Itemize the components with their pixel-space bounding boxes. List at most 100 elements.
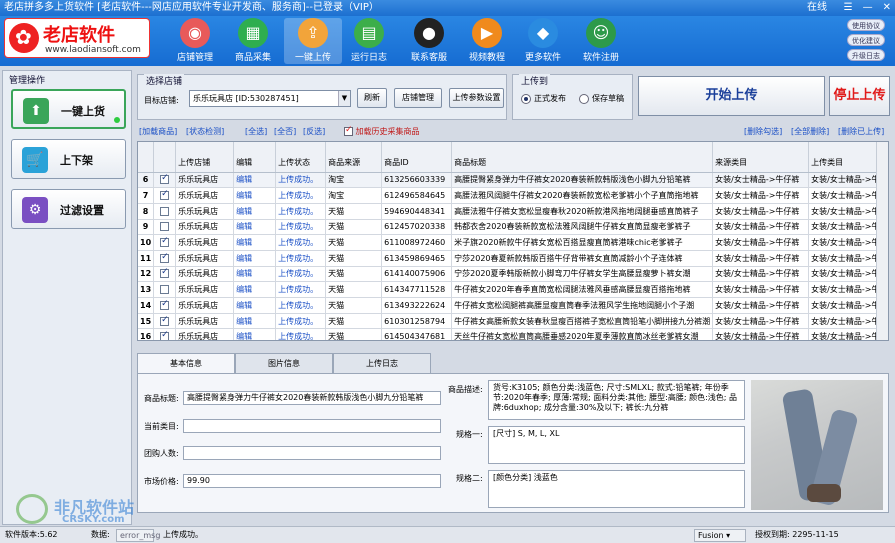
tab-basic-info[interactable]: 基本信息 xyxy=(137,353,235,374)
table-row[interactable]: 10 乐乐玩具店编辑上传成功。天猫611008972460米子旗2020新款牛仔裤… xyxy=(138,234,884,251)
refresh-button[interactable]: 刷新 xyxy=(357,88,387,108)
title-field[interactable]: 高腰提臀紧身弹力牛仔裤女2020春装新款韩版浅色小脚九分铅笔裤 xyxy=(183,391,441,405)
column-header[interactable]: 商品来源 xyxy=(325,142,383,173)
toolbar-qq-penguin-button[interactable]: ● 联系客服 xyxy=(400,18,458,64)
row-checkbox[interactable] xyxy=(153,203,177,220)
row-checkbox[interactable] xyxy=(153,234,177,251)
row-checkbox[interactable] xyxy=(153,250,177,267)
column-header[interactable]: 上传店铺 xyxy=(175,142,235,173)
table-row[interactable]: 7 乐乐玩具店编辑上传成功。淘宝612496584645高腰法雅风阔腿牛仔裤女20… xyxy=(138,187,884,204)
select-all-link[interactable]: [全选] xyxy=(245,126,267,137)
edit-link[interactable]: 编辑 xyxy=(233,219,277,236)
vertical-scrollbar[interactable] xyxy=(876,142,888,340)
column-header[interactable]: 编辑 xyxy=(233,142,277,173)
column-header[interactable]: 上传类目 xyxy=(808,142,884,173)
edit-link[interactable]: 编辑 xyxy=(233,266,277,283)
start-upload-button[interactable]: 开始上传 xyxy=(638,76,825,116)
suggestion-button[interactable]: 优化建议 xyxy=(847,34,885,46)
toolbar-user-button[interactable]: ☺ 软件注册 xyxy=(572,18,630,64)
upload-params-button[interactable]: 上传参数设置 xyxy=(449,88,504,108)
product-title-cell: 牛仔裤女2020年春季直筒宽松阔腿法雅风垂感高腰显瘦百搭拖地裤 xyxy=(451,281,714,298)
column-header[interactable] xyxy=(138,142,155,173)
toolbar-label: 运行日志 xyxy=(350,53,387,63)
table-row[interactable]: 6 乐乐玩具店编辑上传成功。淘宝613256603339高腰提臀紧身弹力牛仔裤女2… xyxy=(138,172,884,189)
toolbar-calendar-button[interactable]: ▤ 运行日志 xyxy=(340,18,398,64)
source-cell: 淘宝 xyxy=(325,172,383,189)
edit-link[interactable]: 编辑 xyxy=(233,281,277,298)
load-products-link[interactable]: [加载商品] xyxy=(139,126,177,137)
table-row[interactable]: 11 乐乐玩具店编辑上传成功。天猫613459869465宁莎2020春夏新款韩版… xyxy=(138,250,884,267)
toolbar-dropbox-button[interactable]: ◆ 更多软件 xyxy=(514,18,572,64)
toolbar-store-button[interactable]: ◉ 店铺管理 xyxy=(166,18,224,64)
edit-link[interactable]: 编辑 xyxy=(233,203,277,220)
minimize-button[interactable]: — xyxy=(863,2,873,14)
store-manage-button[interactable]: 店铺管理 xyxy=(394,88,442,108)
filter-settings-button[interactable]: ⚙ 过滤设置 xyxy=(11,189,126,229)
tab-upload-log[interactable]: 上传日志 xyxy=(333,353,431,373)
select-none-link[interactable]: [全否] xyxy=(274,126,296,137)
column-header[interactable]: 商品标题 xyxy=(451,142,714,173)
delete-all-link[interactable]: [全部删除] xyxy=(791,126,829,137)
source-category-cell: 女装/女士精品->牛仔裤 xyxy=(712,187,810,204)
edit-link[interactable]: 编辑 xyxy=(233,313,277,330)
one-click-upload-button[interactable]: ⬆ 一键上货 xyxy=(11,89,126,129)
column-header[interactable]: 商品ID xyxy=(381,142,453,173)
table-row[interactable]: 15 乐乐玩具店编辑上传成功。天猫610301258794牛仔裤女高腰新款女装春秋… xyxy=(138,313,884,330)
spec2-field[interactable]: [颜色分类] 浅蓝色 xyxy=(488,470,745,508)
table-row[interactable]: 16 乐乐玩具店编辑上传成功。天猫614504347681天丝牛仔裤女宽松直筒高腰… xyxy=(138,328,884,340)
stop-upload-button[interactable]: 停止上传 xyxy=(829,76,890,116)
checkbox-icon xyxy=(160,285,170,295)
globe-logo-icon xyxy=(16,494,48,524)
upload-icon: ⇪ xyxy=(298,18,328,48)
column-header[interactable]: 上传状态 xyxy=(275,142,327,173)
edit-link[interactable]: 编辑 xyxy=(233,172,277,189)
changelog-button[interactable]: 升级日志 xyxy=(847,49,885,61)
toolbar-basket-button[interactable]: ▦ 商品采集 xyxy=(224,18,282,64)
radio-publish[interactable]: 正式发布 xyxy=(521,93,566,104)
online-status[interactable]: 在线 xyxy=(807,0,827,16)
column-header[interactable]: 来源类目 xyxy=(712,142,810,173)
edit-link[interactable]: 编辑 xyxy=(233,328,277,340)
tab-image-info[interactable]: 图片信息 xyxy=(235,353,333,373)
row-number: 15 xyxy=(138,313,155,330)
row-checkbox[interactable] xyxy=(153,172,177,189)
row-checkbox[interactable] xyxy=(153,281,177,298)
delete-uploaded-link[interactable]: [删除已上传] xyxy=(838,126,884,137)
row-checkbox[interactable] xyxy=(153,187,177,204)
shelve-button[interactable]: 🛒 上下架 xyxy=(11,139,126,179)
button-label: 上下架 xyxy=(60,154,93,167)
column-header[interactable] xyxy=(153,142,177,173)
history-checkbox[interactable]: 加载历史采集商品 xyxy=(344,125,420,137)
table-row[interactable]: 14 乐乐玩具店编辑上传成功。天猫613493222624牛仔裤女宽松阔腿裤高腰显… xyxy=(138,297,884,314)
terms-button[interactable]: 使用协议 xyxy=(847,19,885,31)
edit-link[interactable]: 编辑 xyxy=(233,187,277,204)
toolbar-label: 联系客服 xyxy=(410,53,447,63)
row-checkbox[interactable] xyxy=(153,266,177,283)
row-checkbox[interactable] xyxy=(153,328,177,340)
price-field[interactable]: 99.90 xyxy=(183,474,441,488)
table-row[interactable]: 8 乐乐玩具店 编辑 上传成功。 天猫 594690448341 高腰法雅牛仔裤女宽松显瘦春… xyxy=(138,203,884,220)
invert-selection-link[interactable]: [反选] xyxy=(303,126,325,137)
toolbar-upload-button[interactable]: ⇪ 一键上传 xyxy=(284,18,342,64)
table-row[interactable]: 13 乐乐玩具店 编辑 上传成功。 天猫 614347711528 牛仔裤女2020年春季直… xyxy=(138,281,884,298)
category-field[interactable] xyxy=(183,419,441,433)
description-field[interactable]: 货号:K3105; 颜色分类:浅蓝色; 尺寸:SMLXL; 款式:铅笔裤; 年份… xyxy=(488,380,745,420)
radio-draft[interactable]: 保存草稿 xyxy=(579,93,624,104)
status-check-link[interactable]: [状态检测] xyxy=(186,126,224,137)
row-checkbox[interactable] xyxy=(153,297,177,314)
delete-checked-link[interactable]: [删除勾选] xyxy=(744,126,782,137)
edit-link[interactable]: 编辑 xyxy=(233,234,277,251)
spec1-field[interactable]: [尺寸] S, M, L, XL xyxy=(488,426,745,464)
table-row[interactable]: 12 乐乐玩具店编辑上传成功。天猫614140075906宁莎2020夏季韩版新款… xyxy=(138,266,884,283)
table-row[interactable]: 9 乐乐玩具店 编辑 上传成功。 天猫 612457020338 韩都衣舍2020春装新款宽… xyxy=(138,219,884,236)
store-dropdown[interactable]: 乐乐玩具店 [ID:530287451] ▼ xyxy=(189,90,351,107)
group-buy-field[interactable] xyxy=(183,446,441,460)
edit-link[interactable]: 编辑 xyxy=(233,250,277,267)
row-checkbox[interactable] xyxy=(153,219,177,236)
edit-link[interactable]: 编辑 xyxy=(233,297,277,314)
skin-select[interactable]: Fusion ▾ xyxy=(694,529,746,542)
toolbar-play-button[interactable]: ▶ 视频教程 xyxy=(458,18,516,64)
row-checkbox[interactable] xyxy=(153,313,177,330)
menu-icon[interactable]: ☰ xyxy=(844,2,853,14)
close-button[interactable]: ✕ xyxy=(883,2,891,14)
